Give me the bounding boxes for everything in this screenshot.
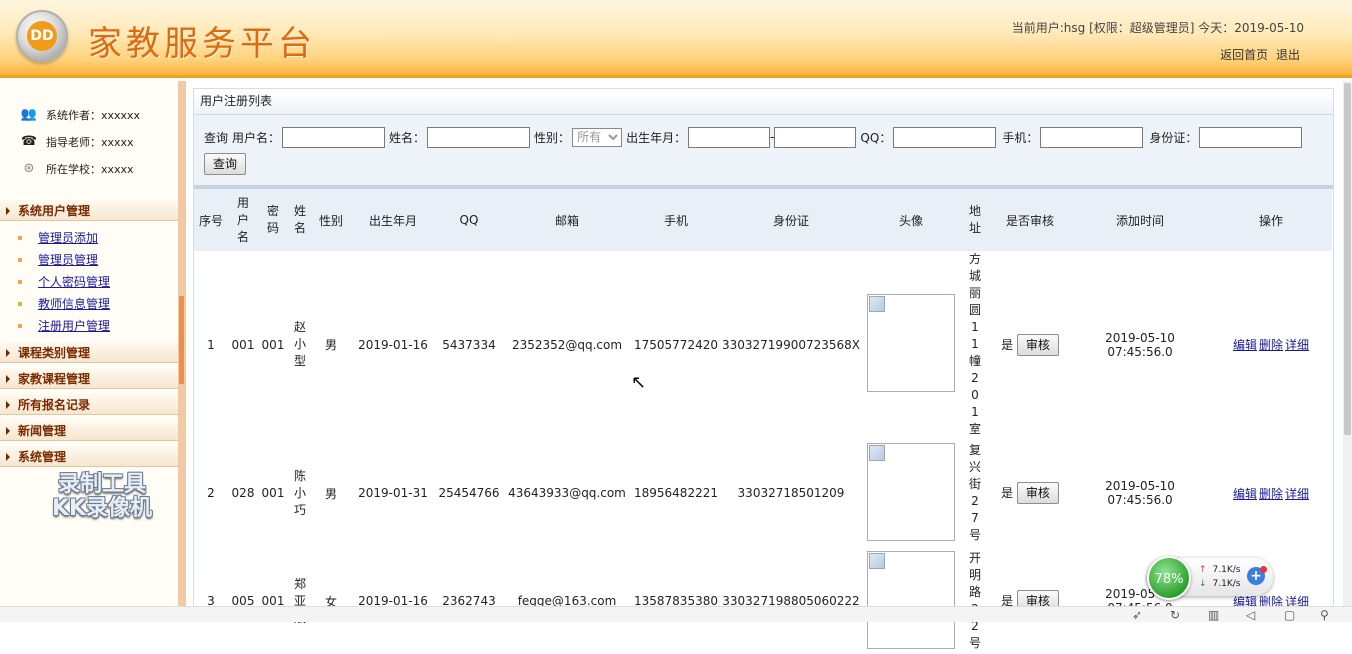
download-arrow-icon: ↓ <box>1199 579 1207 589</box>
col-header-avatar: 头像 <box>862 189 960 251</box>
avatar-image <box>867 294 955 392</box>
header-links: 返回首页 退出 <box>1216 46 1300 63</box>
col-header-no: 序号 <box>194 189 228 251</box>
network-speed-widget[interactable]: 78% ↑ 7.1K/s ↓ 7.1K/s + <box>1147 556 1273 600</box>
name-label: 姓名： <box>389 130 426 145</box>
table-header-row: 序号 用户名 密码 姓名 性别 出生年月 QQ 邮箱 手机 身份证 头像 地址 … <box>194 189 1332 251</box>
upload-arrow-icon: ↑ <box>1199 565 1207 575</box>
menu-item-password: 个人密码管理 <box>0 271 178 293</box>
avatar-image <box>867 442 955 541</box>
phone-label: 手机： <box>1002 130 1039 145</box>
detail-link[interactable]: 详细 <box>1285 338 1309 352</box>
scrollbar-thumb[interactable] <box>1344 83 1351 435</box>
delete-link[interactable]: 删除 <box>1259 487 1283 501</box>
search-row: 查询 用户名： 姓名： 性别： 所有 出生年月： - QQ： 手机： 身份证： <box>204 125 1333 149</box>
menu-group-news[interactable]: 新闻管理 <box>0 419 178 441</box>
username-label: 用户名： <box>232 130 281 145</box>
panel-title: 用户注册列表 <box>194 89 1333 115</box>
gender-select[interactable]: 所有 <box>572 127 623 147</box>
current-user-info: 当前用户:hsg [权限：超级管理员] 今天：2019-05-10 <box>1011 21 1304 35</box>
menu-group-system[interactable]: 系统管理 <box>0 445 178 467</box>
col-header-audited: 是否审核 <box>990 189 1070 251</box>
speaker-icon[interactable]: ◁ <box>1246 608 1255 622</box>
username-input[interactable] <box>282 126 386 148</box>
menu-item-admin-add: 管理员添加 <box>0 227 178 249</box>
teacher-info: ☎ 指导老师：xxxxx <box>20 134 134 149</box>
menu-item-registered-users: 注册用户管理 <box>0 315 178 337</box>
avatar-image <box>867 550 955 649</box>
idcard-input[interactable] <box>1199 126 1303 148</box>
app-title: 家教服务平台 <box>88 24 316 64</box>
detail-link[interactable]: 详细 <box>1285 487 1309 501</box>
edit-link[interactable]: 编辑 <box>1233 487 1257 501</box>
sidebar: 👥 系统作者：xxxxxx ☎ 指导老师：xxxxx ⊛ 所在学校：xxxxx … <box>0 81 178 622</box>
col-header-password: 密码 <box>258 189 288 251</box>
name-input[interactable] <box>427 126 531 148</box>
phone-input[interactable] <box>1040 126 1144 148</box>
trash-icon[interactable]: ▥ <box>1208 608 1219 622</box>
vertical-scrollbar[interactable] <box>1343 81 1352 606</box>
bottom-toolbar: ➶ ↻ ▥ ◁ ▢ ⚲ <box>0 606 1352 622</box>
sidebar-menu: 系统用户管理 管理员添加 管理员管理 个人密码管理 教师信息管理 注册用户管理 … <box>0 199 178 471</box>
qq-label: QQ： <box>860 130 892 145</box>
logo-icon: DD <box>16 10 68 62</box>
col-header-name: 姓名 <box>288 189 312 251</box>
col-header-address: 地址 <box>960 189 990 251</box>
menu-group-tutoring-courses[interactable]: 家教课程管理 <box>0 367 178 389</box>
edit-link[interactable]: 编辑 <box>1233 338 1257 352</box>
mouse-cursor-icon: ↖ <box>631 372 647 393</box>
col-header-gender: 性别 <box>312 189 350 251</box>
speed-rates: ↑ 7.1K/s ↓ 7.1K/s <box>1199 565 1241 589</box>
birth-start-input[interactable] <box>688 126 771 148</box>
col-header-email: 邮箱 <box>502 189 632 251</box>
audit-button[interactable]: 审核 <box>1016 333 1059 356</box>
delete-link[interactable]: 删除 <box>1259 338 1283 352</box>
col-header-qq: QQ <box>436 189 502 251</box>
col-header-birth: 出生年月 <box>350 189 436 251</box>
qq-input[interactable] <box>893 126 997 148</box>
logout-link[interactable]: 退出 <box>1276 48 1300 62</box>
search-icon[interactable]: ⚲ <box>1320 608 1329 622</box>
col-header-ops: 操作 <box>1210 189 1332 251</box>
query-button[interactable]: 查询 <box>204 153 247 175</box>
menu-sub-system-users: 管理员添加 管理员管理 个人密码管理 教师信息管理 注册用户管理 <box>0 225 178 341</box>
sidebar-splitter[interactable] <box>178 81 186 622</box>
audit-button[interactable]: 审核 <box>1016 482 1059 504</box>
table-row: 2 028 001 陈小巧 男 2019-01-31 25454766 4364… <box>207 442 1310 542</box>
col-header-phone: 手机 <box>632 189 720 251</box>
col-header-username: 用户名 <box>228 189 258 251</box>
birth-end-input[interactable] <box>774 126 857 148</box>
usage-percent: 78% <box>1147 556 1191 600</box>
school-info: ⊛ 所在学校：xxxxx <box>20 155 178 182</box>
school-icon: ⊛ <box>23 161 35 176</box>
author-icon: 👥 <box>20 107 38 122</box>
teacher-icon: ☎ <box>20 134 38 149</box>
birth-label: 出生年月： <box>626 130 687 145</box>
col-header-added-time: 添加时间 <box>1070 189 1210 251</box>
header-banner: DD 家教服务平台 当前用户:hsg [权限：超级管理员] 今天：2019-05… <box>0 0 1352 78</box>
search-form: 查询 用户名： 姓名： 性别： 所有 出生年月： - QQ： 手机： 身份证： … <box>194 115 1333 189</box>
refresh-icon[interactable]: ↻ <box>1170 608 1180 622</box>
menu-group-system-users[interactable]: 系统用户管理 <box>0 199 178 221</box>
author-info: 👥 系统作者：xxxxxx <box>20 107 141 122</box>
menu-group-course-category[interactable]: 课程类别管理 <box>0 341 178 363</box>
main-panel: 用户注册列表 查询 用户名： 姓名： 性别： 所有 出生年月： - QQ： 手机… <box>193 88 1334 650</box>
table-row: 1 001 001 赵小型 男 2019-01-16 5437334 23523… <box>207 252 1310 436</box>
search-prefix: 查询 <box>204 130 229 145</box>
menu-item-teacher-info: 教师信息管理 <box>0 293 178 315</box>
sidebar-info: 👥 系统作者：xxxxxx ☎ 指导老师：xxxxx ⊛ 所在学校：xxxxx <box>0 81 178 182</box>
sidebar-collapse-handle[interactable] <box>179 296 184 384</box>
menu-item-admin-manage: 管理员管理 <box>0 249 178 271</box>
gender-label: 性别： <box>534 130 571 145</box>
col-header-idcard: 身份证 <box>719 189 862 251</box>
window-icon[interactable]: ▢ <box>1284 608 1295 622</box>
idcard-label: 身份证： <box>1149 130 1198 145</box>
notification-dot <box>1260 566 1267 573</box>
recorder-watermark: 录制工具 KK录像机 <box>51 472 153 521</box>
home-link[interactable]: 返回首页 <box>1220 48 1268 62</box>
menu-group-enrollments[interactable]: 所有报名记录 <box>0 393 178 415</box>
rocket-icon[interactable]: ➶ <box>1132 608 1142 622</box>
